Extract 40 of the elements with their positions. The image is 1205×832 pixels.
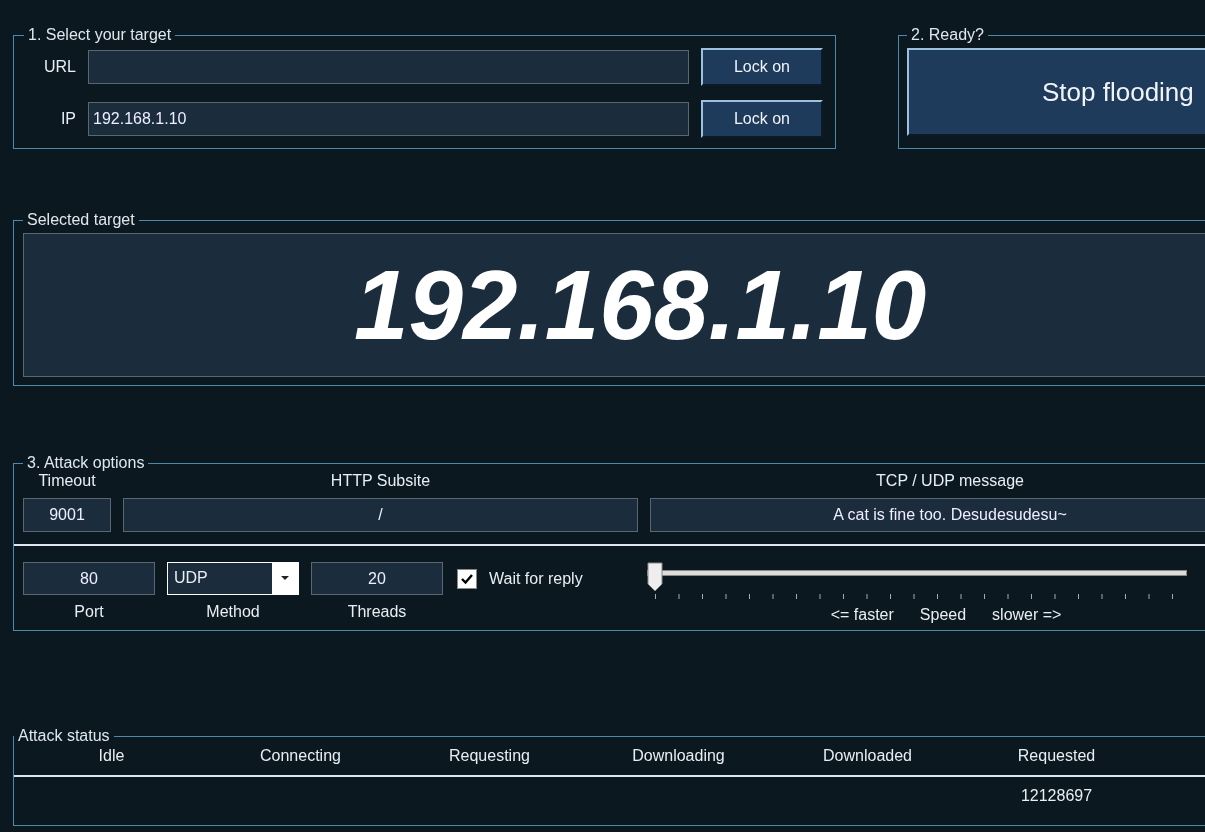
checkbox[interactable] <box>457 568 477 589</box>
field-label: IP <box>59 110 76 128</box>
caret-icon <box>272 562 298 595</box>
field-label: Port <box>74 603 104 621</box>
speed-slider[interactable] <box>646 562 1187 592</box>
column-label: TCP / UDP message <box>875 472 1025 490</box>
column-header: Connecting <box>259 747 342 765</box>
field-label: URL <box>43 58 76 76</box>
lock-on-button[interactable]: Lock on <box>701 48 823 86</box>
lock-on-button[interactable]: Lock on <box>701 100 823 138</box>
slider-thumb[interactable] <box>646 562 663 592</box>
group-title: 3. Attack options <box>26 454 146 472</box>
column-header: Requested <box>1016 747 1097 765</box>
column-label: HTTP Subsite <box>329 472 432 490</box>
column-header: Idle <box>97 747 126 765</box>
status-count: 12128697 <box>1020 787 1093 805</box>
column-header: Downloaded <box>822 747 913 765</box>
group-title: Attack status <box>17 727 111 745</box>
slider-label: <= faster <box>830 606 894 624</box>
message-field[interactable]: A cat is fine too. Desudesudesu~ <box>650 498 1205 532</box>
timeout-field[interactable]: 9001 <box>23 498 111 532</box>
port-field[interactable]: 80 <box>23 562 155 595</box>
group-title: 1. Select your target <box>27 26 173 44</box>
field-label: Threads <box>347 603 407 621</box>
stop-flooding-button[interactable]: Stop flooding <box>907 48 1205 136</box>
slider-label: slower => <box>992 606 1062 624</box>
group-title: Selected target <box>26 211 136 229</box>
target-address: 192.168.1.10 <box>354 248 927 362</box>
column-header: Downloading <box>631 747 726 765</box>
column-header: Requesting <box>448 747 531 765</box>
field-label: Method <box>206 603 260 621</box>
threads-field[interactable]: 20 <box>311 562 443 595</box>
column-label: Timeout <box>37 472 97 490</box>
group-title: 2. Ready? <box>910 26 985 44</box>
slider-label: Speed <box>919 606 967 624</box>
input-field[interactable]: 192.168.1.10 <box>88 102 689 136</box>
subsite-field[interactable]: / <box>123 498 638 532</box>
input-field[interactable] <box>88 50 689 84</box>
checkbox-label: Wait for reply <box>489 569 583 588</box>
method-dropdown[interactable]: UDP <box>167 562 299 595</box>
